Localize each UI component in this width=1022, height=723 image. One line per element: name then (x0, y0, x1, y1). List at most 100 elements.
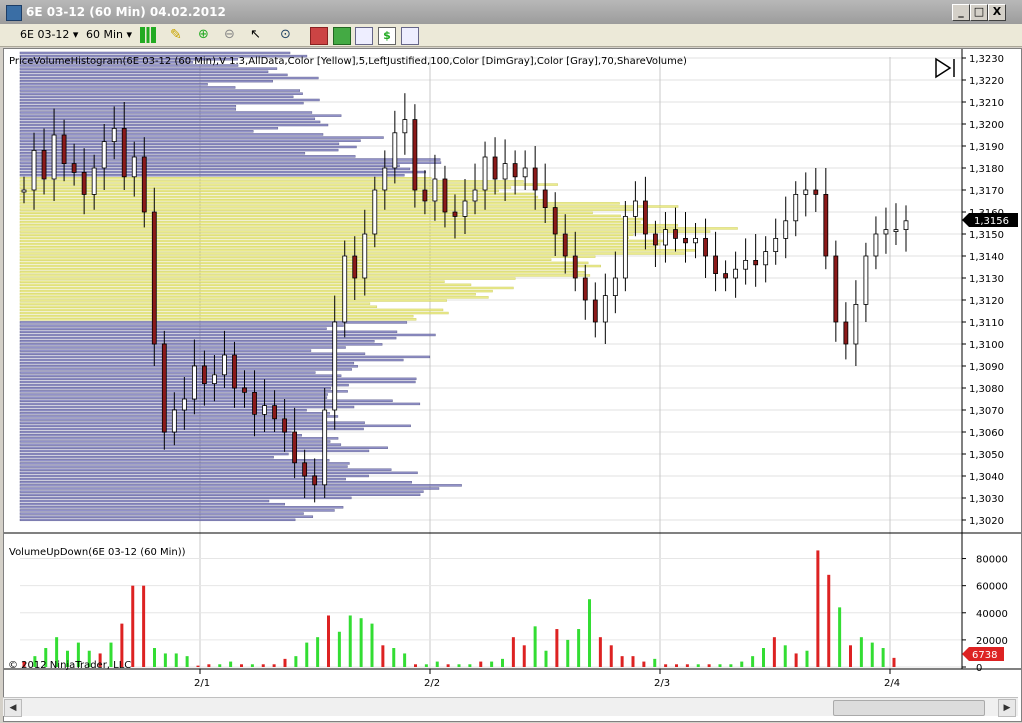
volume-profile-bar (19, 155, 356, 158)
instrument-label: 6E 03-12 (20, 28, 70, 41)
volume-profile-bar (19, 358, 404, 362)
volume-bar (337, 631, 341, 667)
volume-bar (653, 658, 657, 667)
price-tick-label: 1,3130 (969, 274, 1004, 285)
candle-body (342, 255, 348, 323)
last-volume-value: 6738 (972, 650, 997, 661)
candle-body (873, 233, 879, 257)
volume-profile-bar (19, 365, 358, 368)
scroll-thumb[interactable] (833, 700, 985, 716)
volume-bar (827, 574, 831, 667)
candle-body (833, 255, 839, 323)
maximize-button[interactable]: □ (970, 4, 988, 21)
scroll-right-button[interactable]: ▶ (998, 699, 1016, 717)
candle-body (352, 255, 358, 279)
zoom-in-icon[interactable]: ⊕ (198, 27, 214, 43)
volume-profile-bar (19, 70, 269, 73)
dollar-icon[interactable]: $ (378, 27, 396, 45)
price-tick-label: 1,3020 (969, 516, 1004, 527)
properties-icon[interactable] (401, 27, 419, 45)
candle-body (773, 237, 779, 252)
candle-body (101, 141, 107, 169)
volume-tick-label: 80000 (976, 555, 1008, 566)
volume-profile-bar (19, 139, 361, 142)
volume-profile-bar (19, 211, 593, 214)
volume-profile-bar (19, 468, 392, 471)
volume-bar (490, 661, 494, 667)
volume-profile-bar (19, 459, 330, 462)
scroll-left-button[interactable]: ◀ (4, 699, 22, 717)
volume-profile-bar (19, 330, 398, 334)
volume-profile-bar (19, 98, 320, 102)
volume-bar (479, 661, 483, 667)
volume-bar (272, 664, 276, 667)
volume-profile-bar (19, 205, 679, 208)
volume-profile-bar (19, 274, 591, 277)
copyright-text: © 2012 NinjaTrader, LLC (8, 660, 131, 671)
candle-body (242, 387, 247, 393)
interval-selector[interactable]: 60 Min ▾ (86, 27, 132, 43)
chart-area[interactable]: 1,3230 1,3220 1,3210 1,3200 1,3190 1,3180 1,31… (3, 48, 1022, 722)
volume-profile-bar (19, 393, 328, 396)
candle-body (502, 163, 508, 180)
volume-profile-bar (19, 327, 327, 330)
candle-body (322, 409, 328, 486)
volume-bar (707, 664, 711, 667)
volume-profile-bar (19, 130, 254, 133)
volume-profile-bar (19, 123, 329, 127)
candle-body (472, 189, 478, 202)
chart-trader-icon[interactable] (310, 27, 328, 45)
volume-profile-bar (19, 114, 342, 117)
volume-bar (685, 664, 689, 667)
volume-bar (675, 664, 678, 667)
volume-profile-bar (19, 67, 278, 70)
volume-profile-bar (19, 142, 340, 146)
indicators-icon[interactable] (355, 27, 373, 45)
price-tick-label: 1,3200 (969, 120, 1004, 131)
volume-bar (620, 656, 624, 667)
candle-body (262, 405, 267, 415)
candle-body (693, 237, 698, 244)
search-icon[interactable]: ⊙ (280, 27, 296, 43)
candle-body (793, 193, 799, 222)
volume-profile-bar (19, 324, 344, 327)
scroll-to-end-icon[interactable] (935, 57, 955, 79)
candle-body (813, 189, 819, 195)
volume-profile-bar (19, 192, 535, 196)
minimize-button[interactable]: _ (952, 4, 970, 21)
volume-profile-bar (19, 405, 355, 409)
volume-profile-bar (19, 286, 514, 290)
volume-profile-bar (19, 437, 339, 440)
chart-app-icon (6, 5, 22, 21)
price-tick-label: 1,3140 (969, 252, 1004, 263)
volume-bar (163, 653, 167, 667)
candle-body (612, 277, 618, 297)
volume-profile-bar (19, 455, 274, 459)
draw-pencil-icon[interactable]: ✎ (170, 27, 186, 43)
volume-profile-bar (19, 506, 344, 509)
volume-profile-bar (19, 161, 442, 164)
instrument-selector[interactable]: 6E 03-12 ▾ (20, 27, 78, 43)
bar-style-icon[interactable] (140, 27, 156, 43)
strategies-icon[interactable] (333, 27, 351, 45)
volume-bar (131, 585, 135, 667)
volume-bar (446, 664, 450, 667)
volume-bar (316, 637, 320, 667)
volume-profile-bar (19, 117, 316, 120)
volume-bar (283, 658, 287, 667)
volume-bar (805, 650, 809, 667)
cursor-icon[interactable]: ↖ (250, 27, 266, 43)
candle-body (31, 150, 37, 191)
horizontal-scrollbar[interactable]: ◀ ▶ (3, 697, 1018, 717)
volume-profile-bar (19, 311, 449, 315)
volume-profile-bar (19, 267, 575, 271)
volume-profile-bar (19, 183, 558, 186)
volume-profile-bar (19, 126, 279, 130)
zoom-out-icon[interactable]: ⊖ (224, 27, 240, 43)
volume-profile-bar (19, 261, 589, 265)
volume-profile-bar (19, 305, 378, 308)
volume-bar (762, 648, 765, 667)
chart-canvas[interactable]: 1,3230 1,3220 1,3210 1,3200 1,3190 1,3180 1,31… (4, 49, 1021, 697)
close-button[interactable]: X (988, 4, 1006, 21)
volume-bar (174, 653, 178, 667)
